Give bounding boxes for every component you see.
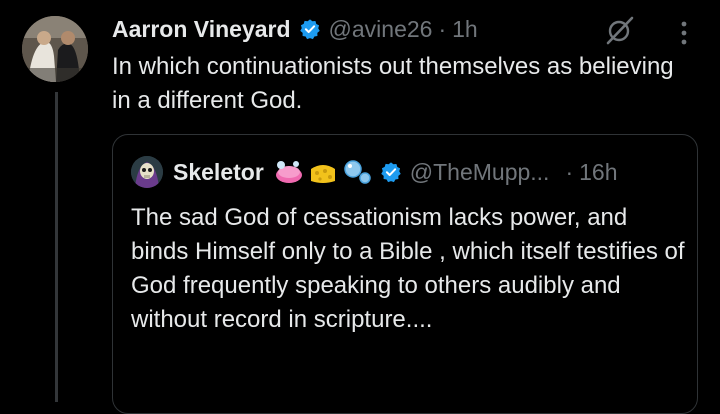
tweet-text: In which continuationists out themselves… (112, 53, 674, 114)
more-options-icon[interactable] (678, 20, 690, 46)
bubbles-icon (342, 159, 372, 185)
verified-badge-icon (299, 18, 321, 40)
grok-icon[interactable] (604, 14, 636, 46)
quote-text: The sad God of cessationism lacks power,… (131, 204, 685, 333)
timestamp[interactable]: 1h (452, 16, 478, 43)
quoted-tweet[interactable]: Skeletor @TheMupp... · 16h The sad God o… (112, 134, 698, 414)
sponge-icon (308, 159, 338, 185)
quote-author-name[interactable]: Skeletor (173, 159, 264, 186)
quote-header: Skeletor @TheMupp... · 16h (131, 156, 618, 188)
thread-line (55, 92, 58, 402)
quote-timestamp[interactable]: 16h (579, 159, 617, 186)
author-name[interactable]: Aarron Vineyard (112, 16, 291, 43)
quote-separator-dot: · (565, 158, 574, 185)
skull-avatar-image (131, 156, 163, 188)
soap-icon (274, 159, 304, 185)
avatar[interactable] (22, 16, 88, 82)
quote-avatar[interactable] (131, 156, 163, 188)
quote-verified-badge-icon (380, 161, 402, 183)
tweet-header: Aarron Vineyard @avine26 · 1h (112, 14, 478, 44)
separator-dot: · (438, 15, 447, 42)
avatar-photo (22, 16, 88, 82)
author-handle[interactable]: @avine26 (329, 16, 433, 43)
quote-author-handle[interactable]: @TheMupp... (410, 159, 550, 186)
